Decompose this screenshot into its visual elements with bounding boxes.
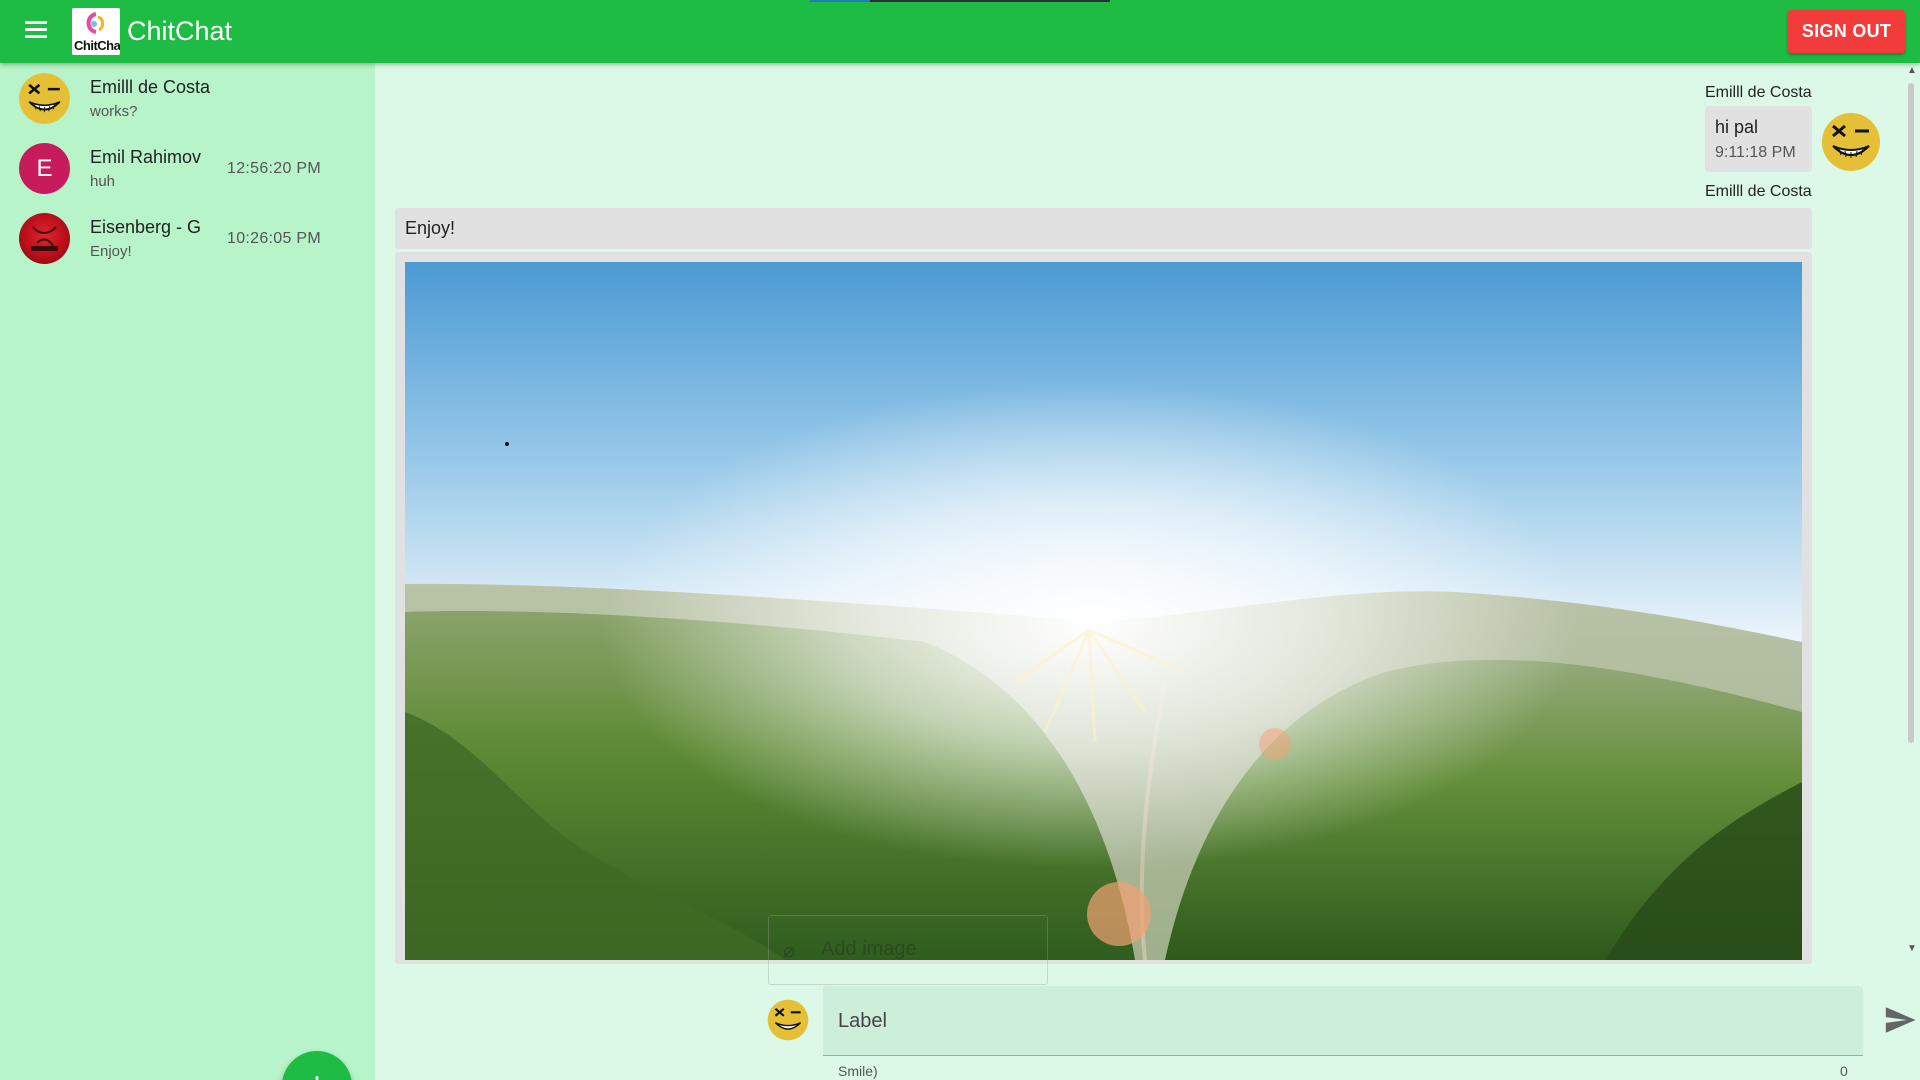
add-image-button[interactable]: ⌀ Add image <box>768 915 1048 985</box>
chat-scrollbar[interactable]: ▲ ▼ <box>1904 63 1920 963</box>
conversation-name: Emilll de Costa <box>90 77 211 97</box>
conversation-item[interactable]: Emilll de Costa works? <box>0 63 375 133</box>
avatar <box>1821 112 1881 172</box>
send-icon <box>1885 1007 1916 1033</box>
app-title: ChitChat <box>127 16 233 46</box>
message-input[interactable]: Label <box>823 986 1863 1056</box>
logo-text: ChitChat <box>74 38 120 53</box>
paperclip-icon: ⌀ <box>783 940 796 962</box>
app-logo: ChitChat <box>72 8 120 55</box>
message-text: hi pal <box>1715 117 1759 137</box>
conversation-name: Emil Rahimov <box>90 147 202 167</box>
scroll-down-icon[interactable]: ▼ <box>1907 943 1917 954</box>
message-text: Enjoy! <box>405 218 456 238</box>
message-bubble: Enjoy! <box>395 208 1812 249</box>
message-sender: Emilll de Costa <box>1705 84 1812 101</box>
conversation-last-message: works? <box>90 103 138 120</box>
menu-icon[interactable] <box>20 17 52 47</box>
conversation-time: 12:56:20 PM <box>227 160 322 177</box>
message-input-label: Label <box>838 1010 887 1032</box>
landscape-image <box>405 262 1802 960</box>
send-button[interactable] <box>1883 1003 1917 1037</box>
conversation-item[interactable]: Eisenberg - G Enjoy! 10:26:05 PM <box>0 203 375 273</box>
conversation-name: Eisenberg - G <box>90 217 202 237</box>
avatar <box>767 999 809 1041</box>
conversation-list: Emilll de Costa works? E Emil Rahimov hu… <box>0 63 375 1080</box>
avatar: E <box>19 143 70 194</box>
scrollbar-thumb[interactable] <box>1908 83 1914 743</box>
avatar <box>19 213 70 264</box>
chat-panel: Emilll de Costa hi pal 9:11:18 PM Emilll… <box>375 63 1920 1080</box>
conversation-last-message: huh <box>90 173 116 190</box>
red-logo-avatar-icon <box>31 226 58 251</box>
smiley-avatar-icon <box>19 73 70 124</box>
conversation-last-message: Enjoy! <box>90 243 132 260</box>
add-image-label: Add image <box>821 938 917 960</box>
avatar <box>19 73 70 124</box>
conversation-item[interactable]: E Emil Rahimov huh 12:56:20 PM <box>0 133 375 203</box>
new-chat-button[interactable]: + <box>282 1051 352 1080</box>
loading-bar <box>810 0 1110 2</box>
input-hint: Smile) <box>838 1063 878 1079</box>
character-counter: 0 <box>1840 1063 1848 1079</box>
message-time: 9:11:18 PM <box>1715 144 1796 161</box>
message-bubble: hi pal 9:11:18 PM <box>1705 106 1812 172</box>
message-sender: Emilll de Costa <box>1705 183 1812 200</box>
smiley-avatar-icon <box>767 999 809 1041</box>
message-image[interactable] <box>395 252 1812 964</box>
conversation-time: 10:26:05 PM <box>227 230 322 247</box>
smiley-avatar-icon <box>1822 113 1880 171</box>
app-bar: ChitChat ChitChat SIGN OUT <box>0 0 1920 63</box>
sign-out-button[interactable]: SIGN OUT <box>1788 10 1905 53</box>
scroll-up-icon[interactable]: ▲ <box>1907 65 1917 76</box>
